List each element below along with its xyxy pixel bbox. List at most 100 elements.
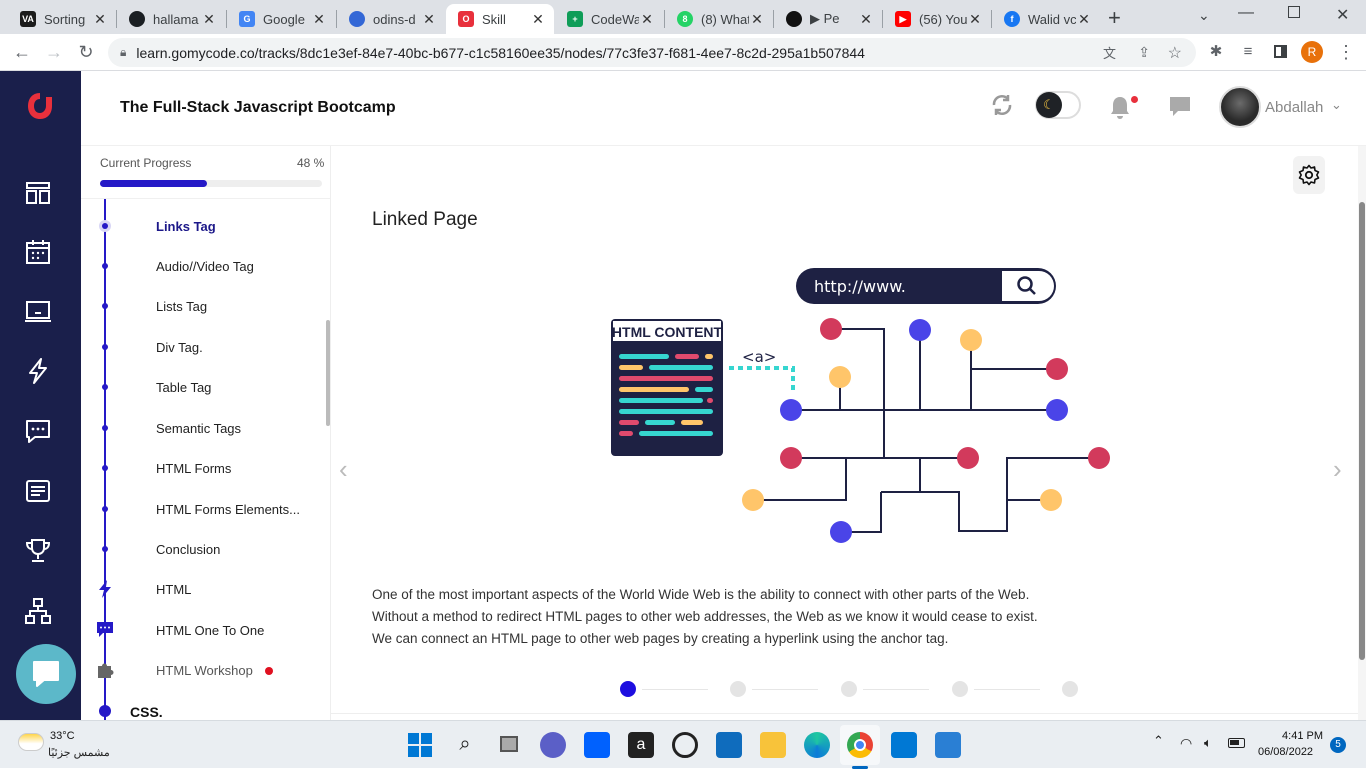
close-tab-icon[interactable]: ✕: [967, 11, 983, 28]
lesson-item-lists-tag[interactable]: Lists Tag: [156, 299, 207, 314]
weather-desc[interactable]: مشمس جزئيًا: [48, 746, 110, 759]
tab-codewars[interactable]: + CodeWa ✕: [555, 4, 663, 34]
slide-dot-3[interactable]: [841, 681, 857, 697]
close-tab-icon[interactable]: ✕: [530, 11, 546, 28]
url-text[interactable]: learn.gomycode.co/tracks/8dc1e3ef-84e7-4…: [136, 45, 865, 61]
tab-whatsapp[interactable]: 8 (8) What ✕: [665, 4, 773, 34]
chrome-icon[interactable]: [847, 732, 873, 758]
tab-youtube[interactable]: ▶ (56) You ✕: [883, 4, 991, 34]
photos-icon[interactable]: [935, 732, 961, 758]
minimize-button[interactable]: —: [1238, 4, 1254, 22]
document-icon[interactable]: [24, 477, 52, 505]
next-slide-arrow[interactable]: ›: [1333, 454, 1342, 485]
battery-icon[interactable]: [1228, 738, 1245, 748]
calendar-icon[interactable]: [24, 238, 52, 266]
file-explorer-icon[interactable]: [760, 732, 786, 758]
close-tab-icon[interactable]: ✕: [92, 11, 108, 28]
clock-date[interactable]: 06/08/2022: [1258, 746, 1313, 758]
message-icon[interactable]: [1169, 95, 1191, 117]
back-button[interactable]: ←: [10, 40, 34, 64]
notification-badge[interactable]: 5: [1330, 737, 1346, 753]
tab-sorting[interactable]: VA Sorting ✕: [8, 4, 116, 34]
tab-odins[interactable]: odins-d ✕: [337, 4, 445, 34]
close-tab-icon[interactable]: ✕: [311, 11, 327, 28]
dropbox-icon[interactable]: [584, 732, 610, 758]
weather-temp[interactable]: 33°C: [50, 730, 75, 742]
close-tab-icon[interactable]: ✕: [858, 11, 874, 28]
close-tab-icon[interactable]: ✕: [421, 11, 437, 28]
restore-button[interactable]: [1288, 6, 1300, 18]
username[interactable]: Abdallah: [1265, 99, 1323, 116]
extensions-icon[interactable]: ✱: [1204, 40, 1228, 64]
volume-icon[interactable]: 🔈︎: [1204, 735, 1212, 751]
task-view-icon[interactable]: [496, 732, 522, 758]
forward-button[interactable]: →: [42, 40, 66, 64]
dark-mode-toggle[interactable]: ☾: [1035, 91, 1081, 119]
close-tab-icon[interactable]: ✕: [749, 11, 765, 28]
prev-slide-arrow[interactable]: ‹: [339, 454, 348, 485]
hierarchy-icon[interactable]: [24, 597, 52, 625]
chat-icon[interactable]: [24, 417, 52, 445]
lesson-item-conclusion[interactable]: Conclusion: [156, 542, 220, 557]
gomycode-logo-icon[interactable]: [24, 89, 56, 123]
tracks-icon[interactable]: [24, 179, 52, 207]
amazon-icon[interactable]: a: [628, 732, 654, 758]
lesson-item-html-forms[interactable]: HTML Forms: [156, 461, 231, 476]
lesson-item-audio-video[interactable]: Audio//Video Tag: [156, 259, 254, 274]
wifi-icon[interactable]: ◠: [1180, 735, 1192, 752]
github-desktop-icon[interactable]: [672, 732, 698, 758]
bookmark-star-icon[interactable]: ☆: [1168, 43, 1182, 63]
close-window-button[interactable]: ✕: [1336, 5, 1349, 25]
lesson-item-table-tag[interactable]: Table Tag: [156, 380, 211, 395]
sidebar-scrollbar[interactable]: [326, 320, 330, 426]
user-avatar[interactable]: [1219, 86, 1261, 128]
mail-icon[interactable]: [716, 732, 742, 758]
slide-dot-2[interactable]: [730, 681, 746, 697]
chevron-up-icon[interactable]: ⌃: [1153, 733, 1164, 749]
url-bar[interactable]: 🔒︎ learn.gomycode.co/tracks/8dc1e3ef-84e…: [108, 38, 1196, 67]
edge-icon[interactable]: [804, 732, 830, 758]
chevron-down-icon[interactable]: ⌄: [1331, 97, 1342, 113]
lesson-item-div-tag[interactable]: Div Tag.: [156, 340, 203, 355]
tab-media[interactable]: ▶ Pe ✕: [774, 4, 882, 34]
settings-button[interactable]: [1293, 156, 1325, 194]
share-icon[interactable]: ⇪: [1138, 44, 1150, 61]
search-icon[interactable]: ⌕: [452, 732, 478, 758]
close-tab-icon[interactable]: ✕: [1076, 11, 1092, 28]
reload-button[interactable]: ↻: [74, 40, 98, 64]
lesson-item-html-workshop[interactable]: HTML Workshop: [156, 663, 253, 678]
tab-skill[interactable]: O Skill ✕: [446, 4, 554, 34]
teams-chat-icon[interactable]: [540, 732, 566, 758]
clock-time[interactable]: 4:41 PM: [1270, 730, 1323, 742]
lesson-item-form-elements[interactable]: HTML Forms Elements...: [156, 502, 300, 517]
reading-list-icon[interactable]: ≡: [1236, 40, 1260, 64]
side-panel-icon[interactable]: [1268, 40, 1292, 64]
new-tab-button[interactable]: +: [1108, 5, 1121, 31]
close-tab-icon[interactable]: ✕: [639, 11, 655, 28]
section-css[interactable]: CSS.: [130, 704, 163, 720]
profile-avatar[interactable]: R: [1301, 41, 1323, 63]
tab-search-icon[interactable]: ⌄: [1198, 7, 1210, 24]
start-button[interactable]: [407, 732, 433, 758]
tab-facebook[interactable]: f Walid vc ✕: [992, 4, 1100, 34]
lightning-icon[interactable]: [24, 357, 52, 385]
sync-icon[interactable]: [990, 93, 1014, 117]
lesson-item-semantic-tags[interactable]: Semantic Tags: [156, 421, 241, 436]
tab-github[interactable]: hallama ✕: [117, 4, 225, 34]
translate-icon[interactable]: 文: [1103, 43, 1116, 62]
close-tab-icon[interactable]: ✕: [201, 11, 217, 28]
support-chat-button[interactable]: [16, 644, 76, 704]
lesson-item-html[interactable]: HTML: [156, 582, 191, 597]
vscode-icon[interactable]: [891, 732, 917, 758]
lesson-item-links-tag[interactable]: Links Tag: [156, 219, 216, 234]
slide-dot-1[interactable]: [620, 681, 636, 697]
slide-dot-5[interactable]: [1062, 681, 1078, 697]
lesson-item-html-one-to-one[interactable]: HTML One To One: [156, 623, 264, 638]
laptop-icon[interactable]: [24, 298, 52, 326]
weather-icon[interactable]: [18, 733, 44, 751]
page-scrollbar-thumb[interactable]: [1359, 202, 1365, 660]
slide-dot-4[interactable]: [952, 681, 968, 697]
menu-kebab-icon[interactable]: ⋮: [1334, 40, 1358, 64]
tab-google[interactable]: G Google ✕: [227, 4, 335, 34]
trophy-icon[interactable]: [24, 537, 52, 565]
